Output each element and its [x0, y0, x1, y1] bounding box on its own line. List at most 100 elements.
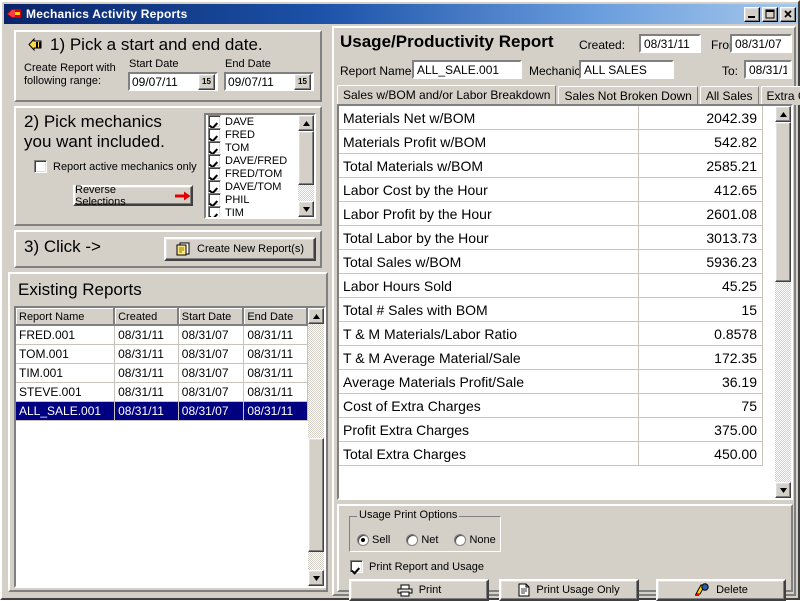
end-date-calendar-button[interactable]: 15: [294, 73, 311, 90]
print-usage-only-button[interactable]: Print Usage Only: [499, 579, 639, 601]
to-input[interactable]: [746, 62, 790, 77]
print-button[interactable]: Print: [349, 579, 489, 601]
created-field[interactable]: [639, 34, 701, 53]
mechanic-list-item[interactable]: DAVE: [206, 115, 298, 128]
report-values-scroll-track[interactable]: [775, 122, 791, 482]
mechanics-list-scrollbar[interactable]: [298, 115, 314, 217]
start-date-calendar-button[interactable]: 15: [198, 73, 215, 90]
report-value-row[interactable]: T & M Average Material/Sale 172.35: [339, 346, 775, 370]
usage-print-option-radio[interactable]: [454, 534, 467, 546]
usage-print-option[interactable]: Sell: [357, 534, 390, 546]
existing-reports-column-header[interactable]: Start Date: [178, 308, 245, 326]
active-mechanics-only-checkbox[interactable]: Report active mechanics only: [34, 160, 197, 173]
mechanic-checkbox[interactable]: [208, 180, 221, 193]
step1-panel: 1) Pick a start and end date. Create Rep…: [14, 30, 322, 102]
existing-reports-column-header[interactable]: Report Name: [16, 308, 116, 326]
report-name-input[interactable]: [414, 62, 520, 77]
mechanics-list[interactable]: DAVE FRED TOM DAVE/FRED FRED/TOM DAVE/TOM PHIL…: [204, 113, 316, 219]
scroll-up-arrow-icon[interactable]: [308, 308, 324, 324]
usage-print-option[interactable]: None: [454, 534, 496, 546]
mechanic-list-item[interactable]: DAVE/TOM: [206, 180, 298, 193]
report-value-row[interactable]: Cost of Extra Charges 75: [339, 394, 775, 418]
mechanic-list-item[interactable]: PHIL: [206, 193, 298, 206]
close-button[interactable]: [780, 6, 796, 22]
mechanic-checkbox[interactable]: [208, 193, 221, 206]
report-value-row[interactable]: Labor Profit by the Hour 2601.08: [339, 202, 775, 226]
report-tab[interactable]: Extra Charges: [760, 86, 800, 105]
print-report-and-usage-box[interactable]: [350, 560, 363, 573]
scroll-down-arrow-icon[interactable]: [775, 482, 791, 498]
existing-reports-column-header[interactable]: End Date: [244, 308, 308, 326]
report-value-label: Cost of Extra Charges: [339, 394, 639, 418]
existing-reports-scroll-track[interactable]: [308, 324, 324, 570]
mechanics-scroll-track[interactable]: [298, 131, 314, 201]
end-date-input[interactable]: [226, 74, 294, 89]
mechanic-checkbox[interactable]: [208, 141, 221, 154]
existing-reports-row[interactable]: STEVE.001 08/31/11 08/31/07 08/31/11: [16, 383, 308, 402]
existing-reports-column-header[interactable]: Created: [115, 308, 179, 326]
existing-reports-grid[interactable]: Report Name Created Start Date End Date FRE…: [14, 306, 326, 588]
delete-button[interactable]: Delete: [656, 579, 786, 601]
report-value-row[interactable]: Average Materials Profit/Sale 36.19: [339, 370, 775, 394]
report-value-row[interactable]: Labor Cost by the Hour 412.65: [339, 178, 775, 202]
end-date-field[interactable]: 15: [224, 72, 314, 91]
report-values-list[interactable]: Materials Net w/BOM 2042.39 Materials Prof…: [337, 104, 793, 500]
report-value-row[interactable]: Total Materials w/BOM 2585.21: [339, 154, 775, 178]
report-value-row[interactable]: Materials Net w/BOM 2042.39: [339, 106, 775, 130]
existing-reports-row[interactable]: TOM.001 08/31/11 08/31/07 08/31/11: [16, 345, 308, 364]
report-value-row[interactable]: Total # Sales with BOM 15: [339, 298, 775, 322]
existing-reports-cell: STEVE.001: [16, 383, 116, 402]
mechanic-checkbox[interactable]: [208, 167, 221, 180]
report-tab[interactable]: Sales w/BOM and/or Labor Breakdown: [337, 85, 557, 105]
mechanic-checkbox[interactable]: [208, 115, 221, 128]
mechanic-list-item[interactable]: DAVE/FRED: [206, 154, 298, 167]
reverse-selections-button[interactable]: Reverse Selections: [73, 184, 193, 208]
scroll-down-arrow-icon[interactable]: [308, 570, 324, 586]
report-value-row[interactable]: Total Labor by the Hour 3013.73: [339, 226, 775, 250]
mechanic-checkbox[interactable]: [208, 128, 221, 141]
report-name-field[interactable]: [412, 60, 522, 79]
existing-reports-row[interactable]: FRED.001 08/31/11 08/31/07 08/31/11: [16, 326, 308, 345]
report-values-scrollbar[interactable]: [775, 106, 791, 498]
active-mechanics-only-box[interactable]: [34, 160, 47, 173]
scroll-up-arrow-icon[interactable]: [775, 106, 791, 122]
existing-reports-row[interactable]: ALL_SALE.001 08/31/11 08/31/07 08/31/11: [16, 402, 308, 421]
existing-reports-row[interactable]: TIM.001 08/31/11 08/31/07 08/31/11: [16, 364, 308, 383]
report-value-row[interactable]: Labor Hours Sold 45.25: [339, 274, 775, 298]
report-value-row[interactable]: Profit Extra Charges 375.00: [339, 418, 775, 442]
report-tab[interactable]: Sales Not Broken Down: [558, 86, 698, 105]
mechanic-input[interactable]: [581, 62, 672, 77]
created-input[interactable]: [641, 36, 699, 51]
existing-reports-scroll-thumb[interactable]: [308, 438, 324, 552]
mechanic-list-item[interactable]: TIM: [206, 206, 298, 217]
scroll-up-arrow-icon[interactable]: [298, 115, 314, 131]
report-tab[interactable]: All Sales: [699, 86, 759, 105]
scroll-down-arrow-icon[interactable]: [298, 201, 314, 217]
start-date-field[interactable]: 15: [128, 72, 218, 91]
from-field[interactable]: [730, 34, 792, 53]
report-value-row[interactable]: Total Extra Charges 450.00: [339, 442, 775, 466]
to-field[interactable]: [744, 60, 792, 79]
mechanic-field[interactable]: [579, 60, 674, 79]
create-new-reports-button[interactable]: Create New Report(s): [164, 237, 316, 261]
mechanics-scroll-thumb[interactable]: [298, 131, 314, 185]
report-value-row[interactable]: Total Sales w/BOM 5936.23: [339, 250, 775, 274]
maximize-button[interactable]: [762, 6, 778, 22]
print-report-and-usage-checkbox[interactable]: Print Report and Usage: [350, 560, 484, 573]
usage-print-option-radio[interactable]: [406, 534, 419, 546]
existing-reports-scrollbar[interactable]: [308, 308, 324, 586]
mechanic-checkbox[interactable]: [208, 206, 221, 217]
mechanic-list-item[interactable]: FRED/TOM: [206, 167, 298, 180]
usage-print-option-radio[interactable]: [357, 534, 369, 546]
mechanic-checkbox[interactable]: [208, 154, 221, 167]
minimize-button[interactable]: [744, 6, 760, 22]
report-value-row[interactable]: Materials Profit w/BOM 542.82: [339, 130, 775, 154]
report-values-scroll-thumb[interactable]: [775, 122, 791, 282]
application-window: Mechanics Activity Reports 1) Pick a sta…: [0, 0, 800, 601]
usage-print-option[interactable]: Net: [406, 534, 438, 546]
report-value-row[interactable]: T & M Materials/Labor Ratio 0.8578: [339, 322, 775, 346]
start-date-input[interactable]: [130, 74, 198, 89]
mechanic-list-item[interactable]: TOM: [206, 141, 298, 154]
mechanic-list-item[interactable]: FRED: [206, 128, 298, 141]
from-input[interactable]: [732, 36, 790, 51]
